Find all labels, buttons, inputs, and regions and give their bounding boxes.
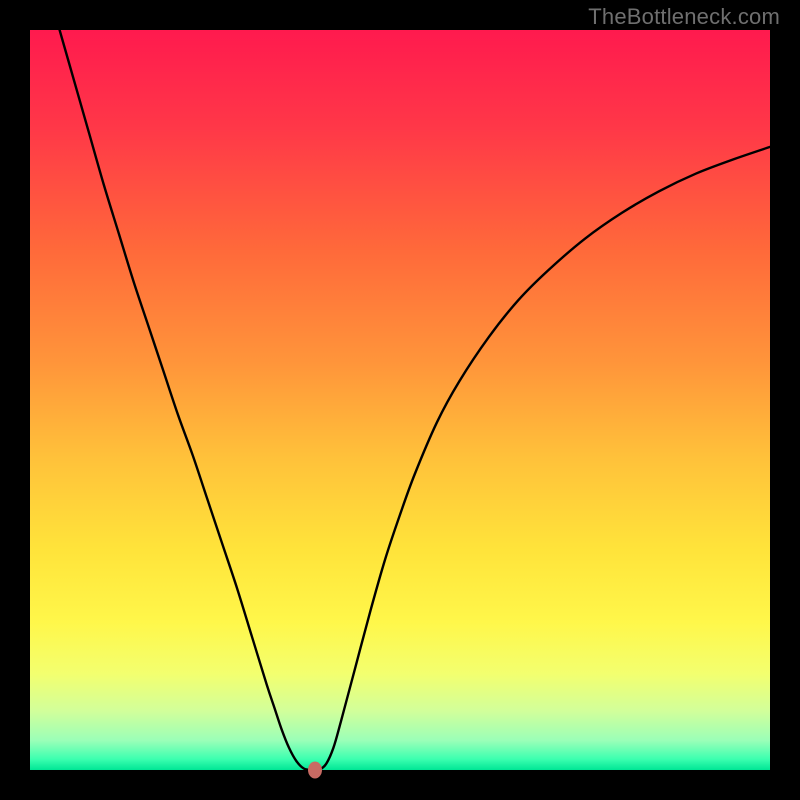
- chart-frame: TheBottleneck.com: [0, 0, 800, 800]
- plot-svg: [30, 30, 770, 770]
- plot-area: [30, 30, 770, 770]
- gradient-background: [30, 30, 770, 770]
- optimal-point-marker: [308, 762, 322, 779]
- watermark-text: TheBottleneck.com: [588, 4, 780, 30]
